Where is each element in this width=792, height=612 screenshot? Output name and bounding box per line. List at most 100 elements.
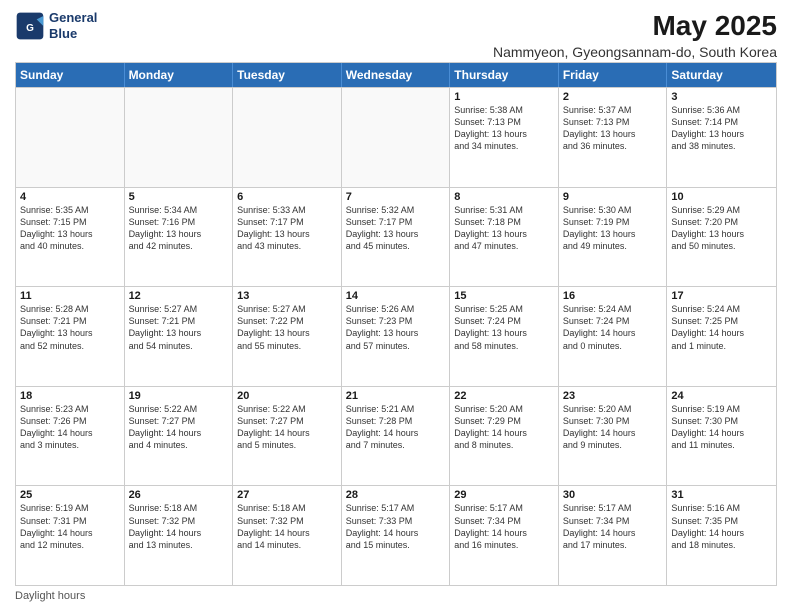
day-number: 31	[671, 489, 772, 501]
day-number: 28	[346, 489, 446, 501]
day-info: Sunrise: 5:25 AM Sunset: 7:24 PM Dayligh…	[454, 303, 554, 352]
day-info: Sunrise: 5:22 AM Sunset: 7:27 PM Dayligh…	[129, 403, 229, 452]
logo-icon: G	[15, 11, 45, 41]
day-number: 5	[129, 191, 229, 203]
main-title: May 2025	[493, 10, 777, 42]
day-number: 26	[129, 489, 229, 501]
day-number: 3	[671, 91, 772, 103]
calendar-cell-20: 20Sunrise: 5:22 AM Sunset: 7:27 PM Dayli…	[233, 387, 342, 486]
calendar-cell-empty	[16, 88, 125, 187]
day-info: Sunrise: 5:37 AM Sunset: 7:13 PM Dayligh…	[563, 104, 663, 153]
footer-note: Daylight hours	[15, 590, 777, 602]
header: G General Blue May 2025 Nammyeon, Gyeong…	[15, 10, 777, 60]
calendar-weekday-saturday: Saturday	[667, 63, 776, 87]
calendar-week-3: 11Sunrise: 5:28 AM Sunset: 7:21 PM Dayli…	[16, 286, 776, 386]
calendar-cell-17: 17Sunrise: 5:24 AM Sunset: 7:25 PM Dayli…	[667, 287, 776, 386]
calendar-cell-12: 12Sunrise: 5:27 AM Sunset: 7:21 PM Dayli…	[125, 287, 234, 386]
calendar-weekday-wednesday: Wednesday	[342, 63, 451, 87]
day-number: 16	[563, 290, 663, 302]
day-info: Sunrise: 5:18 AM Sunset: 7:32 PM Dayligh…	[237, 502, 337, 551]
day-info: Sunrise: 5:29 AM Sunset: 7:20 PM Dayligh…	[671, 204, 772, 253]
calendar-cell-28: 28Sunrise: 5:17 AM Sunset: 7:33 PM Dayli…	[342, 486, 451, 585]
day-info: Sunrise: 5:17 AM Sunset: 7:33 PM Dayligh…	[346, 502, 446, 551]
logo: G General Blue	[15, 10, 97, 41]
day-number: 29	[454, 489, 554, 501]
day-number: 24	[671, 390, 772, 402]
calendar-cell-29: 29Sunrise: 5:17 AM Sunset: 7:34 PM Dayli…	[450, 486, 559, 585]
day-number: 22	[454, 390, 554, 402]
calendar-cell-2: 2Sunrise: 5:37 AM Sunset: 7:13 PM Daylig…	[559, 88, 668, 187]
day-number: 20	[237, 390, 337, 402]
calendar-weekday-thursday: Thursday	[450, 63, 559, 87]
calendar-cell-empty	[233, 88, 342, 187]
day-info: Sunrise: 5:17 AM Sunset: 7:34 PM Dayligh…	[454, 502, 554, 551]
day-number: 11	[20, 290, 120, 302]
day-number: 7	[346, 191, 446, 203]
day-info: Sunrise: 5:19 AM Sunset: 7:31 PM Dayligh…	[20, 502, 120, 551]
day-number: 21	[346, 390, 446, 402]
day-number: 19	[129, 390, 229, 402]
calendar-week-5: 25Sunrise: 5:19 AM Sunset: 7:31 PM Dayli…	[16, 485, 776, 585]
day-info: Sunrise: 5:19 AM Sunset: 7:30 PM Dayligh…	[671, 403, 772, 452]
day-info: Sunrise: 5:36 AM Sunset: 7:14 PM Dayligh…	[671, 104, 772, 153]
day-info: Sunrise: 5:16 AM Sunset: 7:35 PM Dayligh…	[671, 502, 772, 551]
day-number: 17	[671, 290, 772, 302]
calendar-cell-3: 3Sunrise: 5:36 AM Sunset: 7:14 PM Daylig…	[667, 88, 776, 187]
calendar-weekday-friday: Friday	[559, 63, 668, 87]
day-info: Sunrise: 5:30 AM Sunset: 7:19 PM Dayligh…	[563, 204, 663, 253]
day-info: Sunrise: 5:24 AM Sunset: 7:24 PM Dayligh…	[563, 303, 663, 352]
day-info: Sunrise: 5:23 AM Sunset: 7:26 PM Dayligh…	[20, 403, 120, 452]
calendar-week-1: 1Sunrise: 5:38 AM Sunset: 7:13 PM Daylig…	[16, 87, 776, 187]
day-number: 23	[563, 390, 663, 402]
calendar-cell-24: 24Sunrise: 5:19 AM Sunset: 7:30 PM Dayli…	[667, 387, 776, 486]
day-info: Sunrise: 5:34 AM Sunset: 7:16 PM Dayligh…	[129, 204, 229, 253]
calendar-cell-14: 14Sunrise: 5:26 AM Sunset: 7:23 PM Dayli…	[342, 287, 451, 386]
calendar-cell-10: 10Sunrise: 5:29 AM Sunset: 7:20 PM Dayli…	[667, 188, 776, 287]
calendar-cell-7: 7Sunrise: 5:32 AM Sunset: 7:17 PM Daylig…	[342, 188, 451, 287]
calendar-cell-26: 26Sunrise: 5:18 AM Sunset: 7:32 PM Dayli…	[125, 486, 234, 585]
calendar-cell-9: 9Sunrise: 5:30 AM Sunset: 7:19 PM Daylig…	[559, 188, 668, 287]
day-number: 15	[454, 290, 554, 302]
day-info: Sunrise: 5:20 AM Sunset: 7:29 PM Dayligh…	[454, 403, 554, 452]
day-number: 27	[237, 489, 337, 501]
day-info: Sunrise: 5:24 AM Sunset: 7:25 PM Dayligh…	[671, 303, 772, 352]
calendar-cell-16: 16Sunrise: 5:24 AM Sunset: 7:24 PM Dayli…	[559, 287, 668, 386]
subtitle: Nammyeon, Gyeongsannam-do, South Korea	[493, 44, 777, 60]
calendar-cell-1: 1Sunrise: 5:38 AM Sunset: 7:13 PM Daylig…	[450, 88, 559, 187]
day-info: Sunrise: 5:28 AM Sunset: 7:21 PM Dayligh…	[20, 303, 120, 352]
calendar-cell-4: 4Sunrise: 5:35 AM Sunset: 7:15 PM Daylig…	[16, 188, 125, 287]
calendar-cell-15: 15Sunrise: 5:25 AM Sunset: 7:24 PM Dayli…	[450, 287, 559, 386]
day-number: 2	[563, 91, 663, 103]
day-info: Sunrise: 5:35 AM Sunset: 7:15 PM Dayligh…	[20, 204, 120, 253]
calendar-cell-13: 13Sunrise: 5:27 AM Sunset: 7:22 PM Dayli…	[233, 287, 342, 386]
day-info: Sunrise: 5:27 AM Sunset: 7:22 PM Dayligh…	[237, 303, 337, 352]
day-number: 25	[20, 489, 120, 501]
calendar-cell-11: 11Sunrise: 5:28 AM Sunset: 7:21 PM Dayli…	[16, 287, 125, 386]
svg-text:G: G	[26, 23, 34, 34]
calendar-cell-31: 31Sunrise: 5:16 AM Sunset: 7:35 PM Dayli…	[667, 486, 776, 585]
calendar-weekday-tuesday: Tuesday	[233, 63, 342, 87]
calendar-cell-30: 30Sunrise: 5:17 AM Sunset: 7:34 PM Dayli…	[559, 486, 668, 585]
calendar-week-2: 4Sunrise: 5:35 AM Sunset: 7:15 PM Daylig…	[16, 187, 776, 287]
calendar-cell-6: 6Sunrise: 5:33 AM Sunset: 7:17 PM Daylig…	[233, 188, 342, 287]
day-info: Sunrise: 5:26 AM Sunset: 7:23 PM Dayligh…	[346, 303, 446, 352]
calendar-week-4: 18Sunrise: 5:23 AM Sunset: 7:26 PM Dayli…	[16, 386, 776, 486]
day-number: 13	[237, 290, 337, 302]
day-number: 6	[237, 191, 337, 203]
calendar-weekday-sunday: Sunday	[16, 63, 125, 87]
day-info: Sunrise: 5:32 AM Sunset: 7:17 PM Dayligh…	[346, 204, 446, 253]
day-info: Sunrise: 5:22 AM Sunset: 7:27 PM Dayligh…	[237, 403, 337, 452]
day-info: Sunrise: 5:33 AM Sunset: 7:17 PM Dayligh…	[237, 204, 337, 253]
calendar-weekday-monday: Monday	[125, 63, 234, 87]
calendar: SundayMondayTuesdayWednesdayThursdayFrid…	[15, 62, 777, 586]
day-info: Sunrise: 5:18 AM Sunset: 7:32 PM Dayligh…	[129, 502, 229, 551]
calendar-cell-19: 19Sunrise: 5:22 AM Sunset: 7:27 PM Dayli…	[125, 387, 234, 486]
day-info: Sunrise: 5:31 AM Sunset: 7:18 PM Dayligh…	[454, 204, 554, 253]
calendar-cell-5: 5Sunrise: 5:34 AM Sunset: 7:16 PM Daylig…	[125, 188, 234, 287]
title-block: May 2025 Nammyeon, Gyeongsannam-do, Sout…	[493, 10, 777, 60]
day-number: 12	[129, 290, 229, 302]
day-info: Sunrise: 5:20 AM Sunset: 7:30 PM Dayligh…	[563, 403, 663, 452]
day-number: 8	[454, 191, 554, 203]
day-info: Sunrise: 5:27 AM Sunset: 7:21 PM Dayligh…	[129, 303, 229, 352]
calendar-cell-empty	[125, 88, 234, 187]
